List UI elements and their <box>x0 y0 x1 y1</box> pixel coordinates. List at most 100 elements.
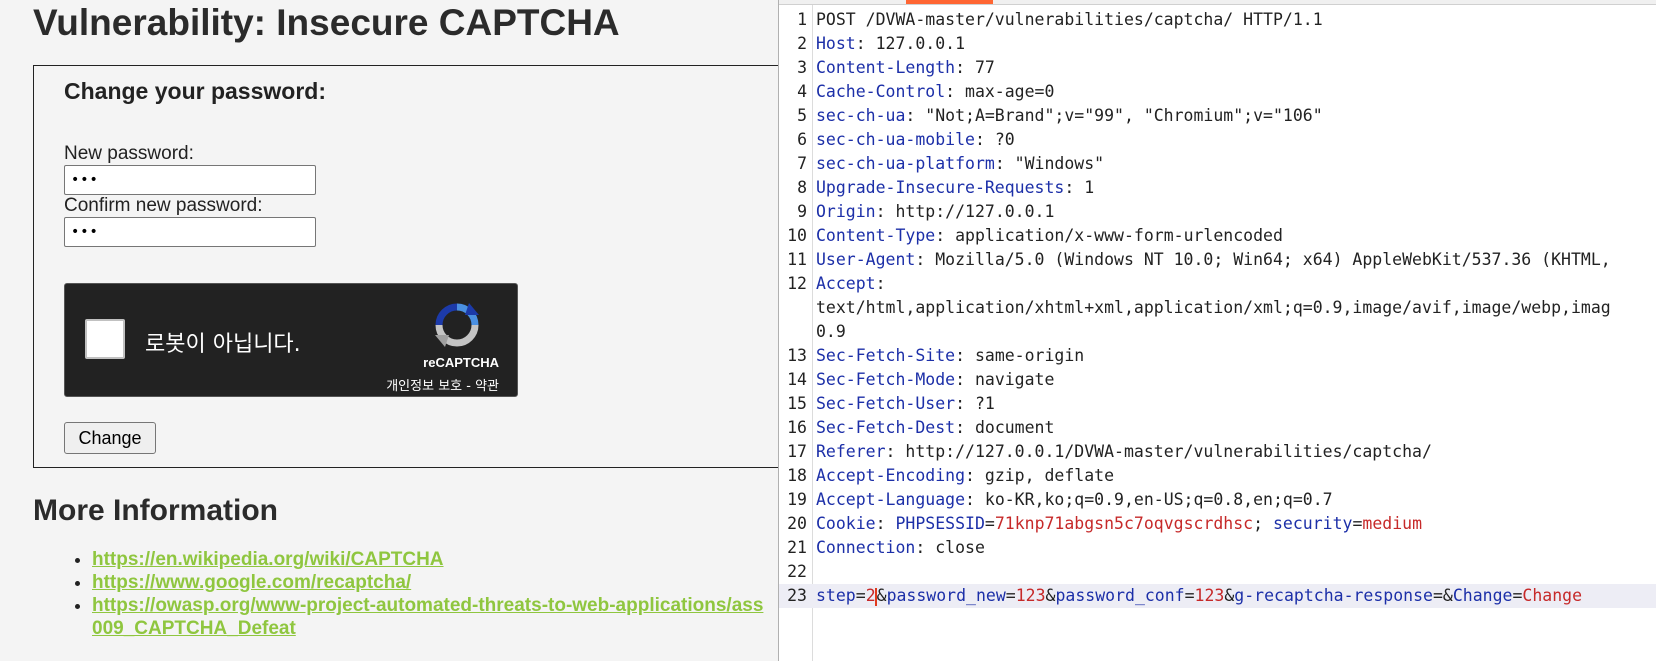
request-line: 12 Accept: <box>779 272 1656 296</box>
request-line: 15 Sec-Fetch-User: ?1 <box>779 392 1656 416</box>
line-number: 3 <box>797 58 807 77</box>
token-key: Connection <box>816 538 916 557</box>
line-number: 20 <box>787 514 807 533</box>
line-number: 11 <box>787 250 807 269</box>
token-key: Upgrade-Insecure-Requests <box>816 178 1065 197</box>
token-value: 123 <box>1015 586 1046 605</box>
new-password-input[interactable]: ••• <box>64 165 316 195</box>
token-text: : http://127.0.0.1/DVWA-master/vulnerabi… <box>885 442 1432 461</box>
token-key: Change <box>1452 586 1513 605</box>
request-line: 5 sec-ch-ua: "Not;A=Brand";v="99", "Chrom… <box>779 104 1656 128</box>
line-number: 17 <box>787 442 807 461</box>
recaptcha-logo-icon <box>435 303 479 347</box>
active-tab-indicator[interactable] <box>906 0 993 4</box>
line-text: Accept: <box>816 272 886 296</box>
token-text: text/html,application/xhtml+xml,applicat… <box>816 298 1611 317</box>
line-text: POST /DVWA-master/vulnerabilities/captch… <box>816 8 1323 32</box>
recaptcha-checkbox[interactable] <box>85 319 125 359</box>
token-text: = <box>1512 586 1523 605</box>
token-key: security <box>1272 514 1353 533</box>
list-item: https://owasp.org/www-project-automated-… <box>92 594 763 640</box>
token-key: sec-ch-ua <box>816 106 906 125</box>
wikipedia-captcha-link[interactable]: https://en.wikipedia.org/wiki/CAPTCHA <box>92 549 444 570</box>
page-title: Vulnerability: Insecure CAPTCHA <box>33 2 620 43</box>
token-text: : 1 <box>1064 178 1095 197</box>
token-key: Cookie <box>816 514 876 533</box>
request-line: 4 Cache-Control: max-age=0 <box>779 80 1656 104</box>
request-line: 18 Accept-Encoding: gzip, deflate <box>779 464 1656 488</box>
token-text: : navigate <box>955 370 1055 389</box>
line-number: 14 <box>787 370 807 389</box>
request-line: 7 sec-ch-ua-platform: "Windows" <box>779 152 1656 176</box>
line-text: 0.9 <box>816 320 846 344</box>
request-line: 17 Referer: http://127.0.0.1/DVWA-master/… <box>779 440 1656 464</box>
line-text: Sec-Fetch-Dest: document <box>816 416 1054 440</box>
token-key: step <box>816 586 856 605</box>
token-text: : close <box>915 538 985 557</box>
token-key: password_conf <box>1055 586 1185 605</box>
owasp-captcha-link[interactable]: https://owasp.org/www-project-automated-… <box>92 594 763 640</box>
request-line: 11 User-Agent: Mozilla/5.0 (Windows NT 10… <box>779 248 1656 272</box>
token-text: = <box>1184 586 1195 605</box>
line-text: Accept-Language: ko-KR,ko;q=0.9,en-US;q=… <box>816 488 1333 512</box>
token-text: : "Windows" <box>994 154 1105 173</box>
recaptcha-label: 로봇이 아닙니다. <box>145 332 301 357</box>
request-line: 23 step=2&password_new=123&password_conf=… <box>779 584 1656 608</box>
token-key: password_new <box>886 586 1006 605</box>
line-number: 15 <box>787 394 807 413</box>
line-text: sec-ch-ua-platform: "Windows" <box>816 152 1104 176</box>
line-text: text/html,application/xhtml+xml,applicat… <box>816 296 1611 320</box>
token-text: : 127.0.0.1 <box>855 34 966 53</box>
line-text: Upgrade-Insecure-Requests: 1 <box>816 176 1094 200</box>
line-text: sec-ch-ua-mobile: ?0 <box>816 128 1015 152</box>
request-line: 14 Sec-Fetch-Mode: navigate <box>779 368 1656 392</box>
line-text: Origin: http://127.0.0.1 <box>816 200 1054 224</box>
token-key: Content-Type <box>816 226 936 245</box>
line-text: Content-Type: application/x-www-form-url… <box>816 224 1283 248</box>
line-text: Content-Length: 77 <box>816 56 995 80</box>
token-text: : document <box>955 418 1055 437</box>
line-number: 13 <box>787 346 807 365</box>
token-key: Sec-Fetch-Mode <box>816 370 956 389</box>
line-number: 19 <box>787 490 807 509</box>
confirm-password-label: Confirm new password: <box>64 195 263 216</box>
token-text: : gzip, deflate <box>965 466 1115 485</box>
token-key: Cache-Control <box>816 82 946 101</box>
recaptcha-terms-link[interactable]: 개인정보 보호 - 약관 <box>386 375 499 394</box>
token-value: 123 <box>1194 586 1225 605</box>
line-text: Sec-Fetch-Mode: navigate <box>816 368 1054 392</box>
request-text-area[interactable]: 1 POST /DVWA-master/vulnerabilities/captc… <box>779 8 1656 608</box>
line-text: Host: 127.0.0.1 <box>816 32 965 56</box>
line-number: 21 <box>787 538 807 557</box>
line-text: step=2&password_new=123&password_conf=12… <box>816 584 1582 608</box>
token-text: : ?0 <box>974 130 1015 149</box>
token-text: : 77 <box>955 58 995 77</box>
line-number: 7 <box>797 154 807 173</box>
line-text: Referer: http://127.0.0.1/DVWA-master/vu… <box>816 440 1432 464</box>
list-item: https://en.wikipedia.org/wiki/CAPTCHA <box>92 548 763 571</box>
token-key: Accept-Language <box>816 490 966 509</box>
request-line: 19 Accept-Language: ko-KR,ko;q=0.9,en-US;… <box>779 488 1656 512</box>
token-text: : ko-KR,ko;q=0.9,en-US;q=0.8,en;q=0.7 <box>965 490 1333 509</box>
token-text: : ?1 <box>955 394 995 413</box>
request-line: 21 Connection: close <box>779 536 1656 560</box>
request-line: 20 Cookie: PHPSESSID=71knp71abgsn5c7oqvgs… <box>779 512 1656 536</box>
confirm-password-input[interactable]: ••• <box>64 217 316 247</box>
more-info-links: https://en.wikipedia.org/wiki/CAPTCHA ht… <box>72 548 763 640</box>
recaptcha-widget: 로봇이 아닙니다. reCAPTCHA 개인정보 보호 - 약관 <box>64 283 518 397</box>
token-key: Sec-Fetch-Site <box>816 346 956 365</box>
change-button[interactable]: Change <box>64 422 156 454</box>
line-number: 10 <box>787 226 807 245</box>
token-text: 0.9 <box>816 322 846 341</box>
token-text: & <box>1045 586 1056 605</box>
token-key: Sec-Fetch-Dest <box>816 418 956 437</box>
owasp-link-line-2: 009_CAPTCHA_Defeat <box>92 618 296 639</box>
line-text: Cache-Control: max-age=0 <box>816 80 1054 104</box>
line-text: User-Agent: Mozilla/5.0 (Windows NT 10.0… <box>816 248 1611 272</box>
token-key: Referer <box>816 442 886 461</box>
token-value: Change <box>1522 586 1583 605</box>
token-text: & <box>876 586 887 605</box>
token-text: = <box>1352 514 1363 533</box>
google-recaptcha-link[interactable]: https://www.google.com/recaptcha/ <box>92 572 411 593</box>
line-text: Accept-Encoding: gzip, deflate <box>816 464 1114 488</box>
